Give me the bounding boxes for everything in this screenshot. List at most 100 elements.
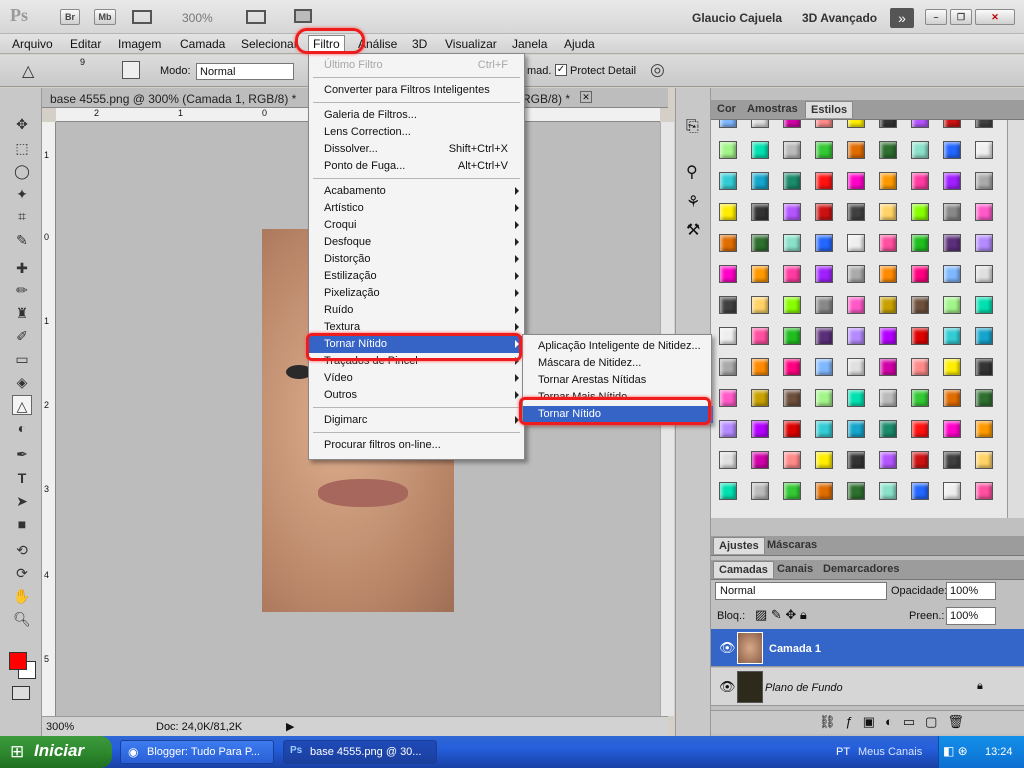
style-swatch[interactable] — [911, 203, 929, 221]
move-tool-icon[interactable]: ✥ — [12, 114, 32, 134]
style-swatch[interactable] — [783, 327, 801, 345]
style-swatch[interactable] — [879, 296, 897, 314]
style-swatch[interactable] — [911, 358, 929, 376]
quick-selection-icon[interactable]: ✦ — [12, 184, 32, 204]
dodge-tool-icon[interactable]: ◐ — [12, 418, 32, 438]
menu-item[interactable]: Converter para Filtros Inteligentes — [309, 82, 526, 99]
menu-item[interactable]: Ponto de Fuga... Alt+Ctrl+V — [309, 158, 526, 175]
menu-item[interactable]: Aplicação Inteligente de Nitidez... — [523, 338, 713, 355]
style-swatch[interactable] — [751, 420, 769, 438]
menu-item[interactable]: Procurar filtros on-line... — [309, 437, 526, 454]
screen-mode-icon[interactable] — [294, 9, 312, 23]
language-indicator[interactable]: PT — [836, 746, 850, 758]
style-swatch[interactable] — [911, 141, 929, 159]
style-swatch[interactable] — [815, 265, 833, 283]
style-swatch[interactable] — [783, 482, 801, 500]
style-swatch[interactable] — [751, 141, 769, 159]
menu-item[interactable]: Lens Correction... — [309, 124, 526, 141]
style-swatch[interactable] — [911, 327, 929, 345]
style-swatch[interactable] — [975, 296, 993, 314]
brush-tool-icon[interactable]: ✏ — [12, 280, 32, 300]
style-swatch[interactable] — [975, 234, 993, 252]
style-swatch[interactable] — [751, 172, 769, 190]
tool-presets-icon[interactable]: ⚒ — [686, 220, 700, 240]
style-swatch[interactable] — [879, 120, 897, 128]
status-zoom[interactable]: 300% — [46, 721, 74, 733]
menu-imagem[interactable]: Imagem — [118, 37, 161, 51]
menu-visualizar[interactable]: Visualizar — [445, 37, 497, 51]
menu-arquivo[interactable]: Arquivo — [12, 37, 53, 51]
style-swatch[interactable] — [783, 265, 801, 283]
style-swatch[interactable] — [719, 358, 737, 376]
style-swatch[interactable] — [815, 420, 833, 438]
style-swatch[interactable] — [847, 296, 865, 314]
menu-janela[interactable]: Janela — [512, 37, 547, 51]
style-swatch[interactable] — [815, 451, 833, 469]
styles-scrollbar[interactable] — [1007, 120, 1024, 518]
tab-canais[interactable]: Canais — [777, 563, 813, 575]
style-swatch[interactable] — [719, 296, 737, 314]
opacity-input[interactable]: 100% — [946, 582, 996, 600]
style-swatch[interactable] — [815, 203, 833, 221]
mini-bridge-button[interactable]: Mb — [94, 9, 116, 25]
style-swatch[interactable] — [911, 389, 929, 407]
style-swatch[interactable] — [719, 482, 737, 500]
close-document-icon[interactable]: ✕ — [580, 91, 592, 103]
menu-item[interactable]: Croqui — [309, 217, 526, 234]
style-swatch[interactable] — [783, 172, 801, 190]
brush-panel-icon[interactable] — [122, 61, 140, 79]
tab-amostras[interactable]: Amostras — [747, 103, 798, 115]
style-swatch[interactable] — [943, 327, 961, 345]
menu-item[interactable]: Tornar Arestas Nítidas — [523, 372, 713, 389]
style-swatch[interactable] — [879, 265, 897, 283]
style-swatch[interactable] — [815, 120, 833, 128]
style-swatch[interactable] — [911, 482, 929, 500]
lasso-tool-icon[interactable]: ◯ — [12, 161, 32, 181]
style-swatch[interactable] — [719, 389, 737, 407]
marquee-tool-icon[interactable]: ⬚ — [12, 138, 32, 158]
tray-icons[interactable]: ◧ ⊛ — [943, 744, 968, 758]
restore-button[interactable]: ❐ — [950, 9, 972, 25]
style-swatch[interactable] — [847, 203, 865, 221]
style-swatch[interactable] — [943, 420, 961, 438]
menu-item[interactable]: Galeria de Filtros... — [309, 107, 526, 124]
arrange-documents-icon[interactable] — [246, 10, 266, 24]
tab-estilos[interactable]: Estilos — [805, 101, 854, 118]
tab-ajustes[interactable]: Ajustes — [713, 537, 765, 554]
style-swatch[interactable] — [719, 141, 737, 159]
foreground-color-swatch[interactable] — [9, 652, 27, 670]
style-swatch[interactable] — [847, 234, 865, 252]
layer-row-background[interactable]: 👁︎ Plano de Fundo 🔒︎ — [711, 668, 1024, 706]
style-swatch[interactable] — [815, 172, 833, 190]
style-swatch[interactable] — [847, 327, 865, 345]
style-swatch[interactable] — [847, 358, 865, 376]
style-swatch[interactable] — [719, 265, 737, 283]
style-swatch[interactable] — [879, 482, 897, 500]
style-swatch[interactable] — [751, 296, 769, 314]
blend-mode-select[interactable]: Normal — [715, 582, 887, 600]
menu-3d[interactable]: 3D — [412, 37, 427, 51]
layer-row-camada-1[interactable]: 👁︎ Camada 1 — [711, 629, 1024, 667]
tab-camadas[interactable]: Camadas — [713, 561, 774, 578]
style-swatch[interactable] — [815, 296, 833, 314]
style-swatch[interactable] — [879, 172, 897, 190]
pen-tool-icon[interactable]: ✒ — [12, 444, 32, 464]
style-swatch[interactable] — [943, 389, 961, 407]
style-swatch[interactable] — [751, 234, 769, 252]
style-swatch[interactable] — [751, 451, 769, 469]
document-tab[interactable]: base 4555.png @ 300% (Camada 1, RGB/8) * — [50, 92, 296, 106]
task-photoshop[interactable]: base 4555.png @ 30... — [283, 740, 437, 764]
menu-item[interactable]: Outros — [309, 387, 526, 404]
style-swatch[interactable] — [719, 203, 737, 221]
style-swatch[interactable] — [911, 296, 929, 314]
style-swatch[interactable] — [783, 120, 801, 128]
style-swatch[interactable] — [943, 203, 961, 221]
style-swatch[interactable] — [879, 451, 897, 469]
style-swatch[interactable] — [751, 203, 769, 221]
workspace-switcher[interactable]: 3D Avançado — [802, 11, 877, 25]
style-swatch[interactable] — [911, 451, 929, 469]
style-swatch[interactable] — [719, 327, 737, 345]
style-swatch[interactable] — [943, 296, 961, 314]
style-swatch[interactable] — [719, 120, 737, 128]
menu-item[interactable]: Máscara de Nitidez... — [523, 355, 713, 372]
